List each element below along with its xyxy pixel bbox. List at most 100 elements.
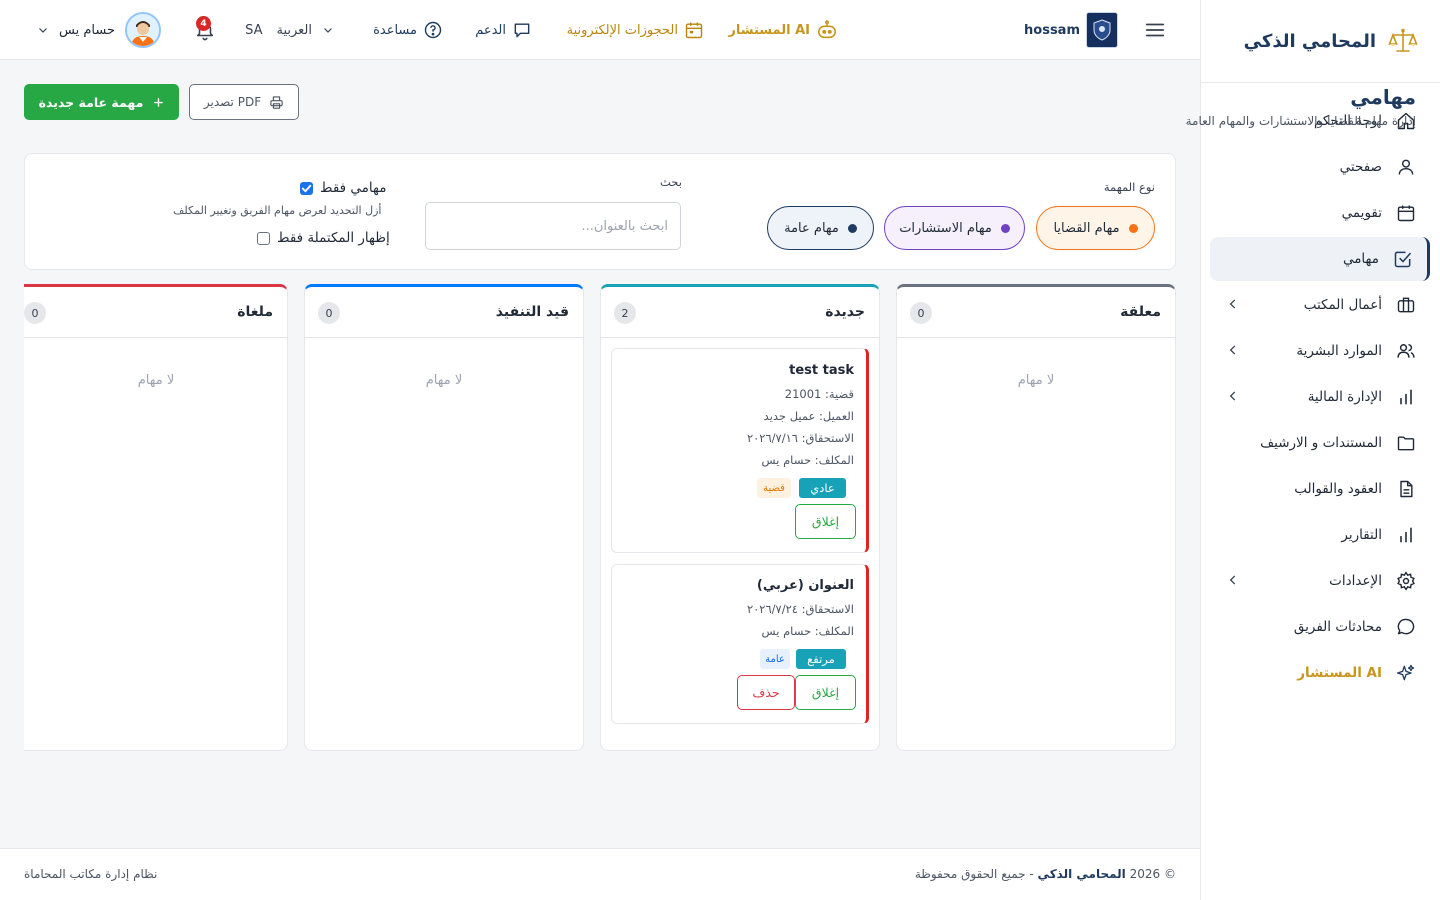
empty-state-text: لا مهام	[1017, 373, 1055, 388]
delete-task-button[interactable]: حذف	[737, 675, 795, 710]
sidebar: المحامي الذكي لوحة التحكم صفحتي تقويمي م…	[1200, 0, 1440, 900]
user-menu[interactable]: حسام يس	[37, 0, 161, 60]
close-task-button[interactable]: إغلاق	[795, 504, 856, 539]
bar-chart-icon	[1400, 527, 1412, 543]
task-due-date: الاستحقاق: ٢٠٢٦/٧/١٦	[746, 431, 854, 445]
priority-badge: عادي	[799, 478, 846, 498]
sidebar-item-label: الإدارة المالية	[1307, 389, 1382, 405]
task-assignee: المكلف: حسام يس	[761, 624, 854, 638]
sparkle-icon	[1397, 664, 1415, 681]
briefcase-icon	[1397, 297, 1415, 313]
sidebar-item-calendar[interactable]: تقويمي	[1210, 191, 1430, 235]
notification-count-badge: 4	[196, 16, 211, 31]
my-tasks-only-label: مهامي فقط	[320, 180, 387, 196]
column-title: قيد التنفيذ	[495, 304, 569, 320]
org-switcher[interactable]: hossam	[1016, 0, 1118, 60]
language-code: SA	[245, 22, 263, 38]
footer-brand: المحامي الذكي	[1037, 867, 1126, 881]
pill-label: مهام الاستشارات	[899, 220, 992, 236]
task-card[interactable]: العنوان (عربي) الاستحقاق: ٢٠٢٦/٧/٢٤ المك…	[611, 564, 869, 724]
sidebar-item-settings[interactable]: الإعدادات	[1210, 559, 1430, 603]
sidebar-item-label: الإعدادات	[1329, 573, 1382, 589]
column-count-badge: 2	[614, 302, 636, 324]
export-pdf-label: تصدير PDF	[203, 95, 262, 109]
column-cancelled: ملغاة 0 لا مهام	[24, 284, 288, 751]
sidebar-item-finance[interactable]: الإدارة المالية	[1210, 375, 1430, 419]
users-icon	[1397, 344, 1415, 358]
task-client: العميل: عميل جديد	[763, 409, 854, 423]
close-task-button[interactable]: إغلاق	[795, 675, 856, 710]
footer-system-name: نظام إدارة مكاتب المحاماة	[24, 867, 158, 881]
support-link[interactable]: الدعم	[475, 0, 532, 60]
task-card[interactable]: test task قضية: 21001 العميل: عميل جديد …	[611, 348, 869, 553]
purple-dot-icon	[1000, 223, 1010, 233]
user-name: حسام يس	[59, 22, 115, 38]
check-icon	[301, 184, 312, 193]
help-link[interactable]: مساعدة	[373, 0, 443, 60]
sidebar-nav: لوحة التحكم صفحتي تقويمي مهامي أعمال الم…	[1210, 99, 1430, 697]
column-title: معلقة	[1120, 304, 1161, 320]
bar-chart-icon	[1400, 389, 1412, 405]
document-icon	[1400, 480, 1413, 498]
help-circle-icon	[424, 21, 442, 39]
robot-icon	[817, 20, 837, 39]
menu-toggle-button[interactable]	[1144, 0, 1166, 60]
sidebar-item-label: مهامي	[1342, 251, 1379, 267]
new-general-task-button[interactable]: مهمة عامة جديدة	[24, 84, 179, 120]
column-title: ملغاة	[237, 304, 273, 320]
sidebar-item-office-work[interactable]: أعمال المكتب	[1210, 283, 1430, 327]
task-check-icon	[1394, 251, 1412, 268]
export-pdf-button[interactable]: تصدير PDF	[189, 84, 299, 120]
sidebar-item-contracts[interactable]: العقود والقوالب	[1210, 467, 1430, 511]
sidebar-item-label: العقود والقوالب	[1294, 481, 1382, 497]
filter-panel: نوع المهمة مهام القضايا مهام الاستشارات …	[24, 153, 1176, 270]
pill-consultation-tasks[interactable]: مهام الاستشارات	[884, 206, 1025, 250]
calendar-icon	[685, 22, 703, 39]
sidebar-item-ai-advisor[interactable]: المستشار AI	[1210, 651, 1430, 695]
sidebar-item-documents[interactable]: المستندات و الارشيف	[1210, 421, 1430, 465]
gear-icon	[1397, 571, 1415, 591]
search-input[interactable]: ابحث بالعنوان...	[425, 202, 681, 250]
chat-icon	[514, 23, 530, 38]
pill-case-tasks[interactable]: مهام القضايا	[1036, 206, 1155, 250]
sidebar-item-label: تقويمي	[1341, 205, 1382, 221]
pill-label: مهام القضايا	[1053, 220, 1120, 236]
avatar	[124, 12, 161, 48]
sidebar-item-team-chat[interactable]: محادثات الفريق	[1210, 605, 1430, 649]
column-count-badge: 0	[318, 302, 340, 324]
shield-logo-icon	[1093, 19, 1111, 41]
column-pending: معلقة 0 لا مهام	[896, 284, 1176, 751]
sidebar-item-my-tasks[interactable]: مهامي	[1210, 237, 1430, 281]
help-label: مساعدة	[373, 22, 417, 38]
search-label: بحث	[660, 175, 682, 189]
my-tasks-only-checkbox[interactable]	[300, 182, 313, 195]
sidebar-item-label: صفحتي	[1339, 159, 1382, 175]
sidebar-item-label: الموارد البشرية	[1296, 343, 1382, 359]
show-completed-label: إظهار المكتملة فقط	[277, 230, 390, 246]
chat-icon	[1397, 618, 1415, 635]
chevron-left-icon	[1229, 391, 1236, 401]
folder-icon	[1397, 436, 1415, 451]
topbar: hossam المستشار AI الحجوزات الإلكترونية …	[0, 0, 1200, 60]
brand[interactable]: المحامي الذكي	[1201, 0, 1440, 83]
sidebar-item-label: المستندات و الارشيف	[1260, 435, 1382, 451]
sidebar-item-reports[interactable]: التقارير	[1210, 513, 1430, 557]
sidebar-item-label: المستشار AI	[1297, 665, 1382, 681]
task-title: test task	[789, 363, 854, 378]
sidebar-item-hr[interactable]: الموارد البشرية	[1210, 329, 1430, 373]
task-title: العنوان (عربي)	[756, 578, 854, 593]
ai-advisor-link[interactable]: المستشار AI	[728, 0, 838, 60]
chevron-down-icon	[39, 28, 47, 33]
pill-label: مهام عامة	[784, 220, 839, 236]
chevron-left-icon	[1229, 299, 1236, 309]
pill-general-tasks[interactable]: مهام عامة	[767, 206, 874, 250]
footer-copyright: © 2026 المحامي الذكي - جميع الحقوق محفوظ…	[915, 867, 1176, 881]
orange-dot-icon	[1128, 223, 1138, 233]
sidebar-item-my-page[interactable]: صفحتي	[1210, 145, 1430, 189]
sidebar-item-label: أعمال المكتب	[1303, 297, 1382, 313]
footer-rights: - جميع الحقوق محفوظة	[914, 867, 1034, 881]
language-selector[interactable]: SA العربية	[245, 0, 334, 60]
show-completed-checkbox[interactable]	[257, 232, 270, 245]
bookings-link[interactable]: الحجوزات الإلكترونية	[567, 0, 704, 60]
empty-state-text: لا مهام	[137, 373, 175, 388]
